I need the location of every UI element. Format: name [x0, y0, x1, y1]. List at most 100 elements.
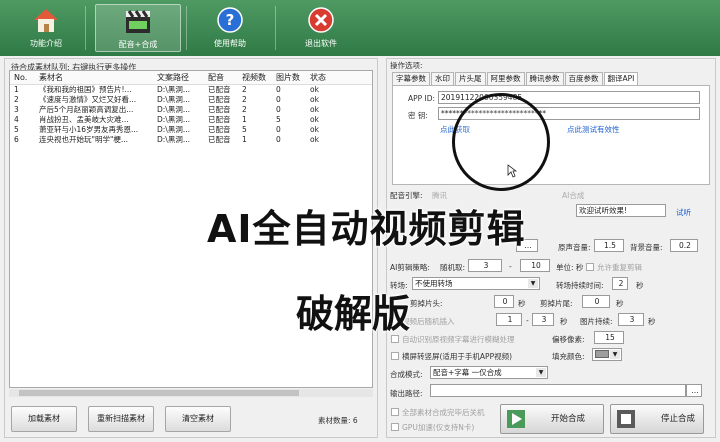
column-header-video-count[interactable]: 视频数 — [242, 71, 276, 84]
cell-image-count: 0 — [276, 95, 281, 104]
video-random-separator: - — [526, 316, 529, 325]
table-row[interactable]: 4 肖战扮丑、孟美岐大灾难... D:\黑洞... 已配音 1 5 ok — [10, 115, 372, 125]
image-duration-field[interactable]: 3 — [618, 313, 644, 326]
main-volume-field[interactable]: 1.5 — [594, 239, 624, 252]
offset-field[interactable]: 15 — [594, 331, 624, 344]
gpu-checkbox[interactable] — [391, 423, 399, 431]
cut-tail-label: 剪掉片尾: — [540, 299, 573, 308]
main-toolbar: 功能介绍 配音+合成 ? 使用帮助 退出软件 — [0, 0, 720, 56]
cell-name: 连央视也开始玩"明学"梗... — [39, 135, 129, 144]
video-random-to-field[interactable]: 3 — [532, 313, 554, 326]
video-random-from-field[interactable]: 1 — [496, 313, 522, 326]
key-label: 密 钥: — [408, 111, 428, 120]
chevron-down-icon: ▼ — [610, 350, 620, 359]
preview-link[interactable]: 试听 — [676, 207, 691, 218]
cell-video-count: 1 — [242, 135, 247, 144]
output-path-field[interactable] — [430, 384, 686, 397]
output-path-label: 输出路径: — [390, 389, 423, 398]
random-from-field[interactable]: 3 — [468, 259, 502, 272]
column-header-no[interactable]: No. — [10, 71, 39, 84]
cell-no: 3 — [14, 105, 19, 114]
cell-script-path: D:\黑洞... — [157, 105, 190, 114]
table-row[interactable]: 5 萧亚轩与小16岁男友再秀恩... D:\黑洞... 已配音 5 0 ok — [10, 125, 372, 135]
cell-status: ok — [310, 85, 319, 94]
table-row[interactable]: 6 连央视也开始玩"明学"梗... D:\黑洞... 已配音 1 0 ok — [10, 135, 372, 145]
column-header-status[interactable]: 状态 — [310, 71, 350, 84]
queue-table-header: No. 素材名 文案路径 配音 视频数 图片数 状态 — [10, 71, 372, 85]
cell-name: 《速度与激情》又烂又好看... — [39, 95, 137, 104]
column-header-script-path[interactable]: 文案路径 — [157, 71, 208, 84]
cell-dub: 已配音 — [208, 125, 231, 134]
random-to-field[interactable]: 10 — [520, 259, 550, 272]
transition-duration-field[interactable]: 2 — [612, 277, 628, 290]
toolbar-help-button[interactable]: ? 使用帮助 — [204, 4, 256, 52]
column-header-image-count[interactable]: 图片数 — [276, 71, 310, 84]
table-row[interactable]: 1 《我和我的祖国》预告片!... D:\黑洞... 已配音 2 0 ok — [10, 85, 372, 95]
preview-text-field[interactable]: 欢迎试听效果! — [576, 204, 666, 217]
transition-value: 不使用转场 — [415, 279, 453, 288]
shutdown-checkbox[interactable] — [391, 408, 399, 416]
landscape-to-portrait-checkbox[interactable] — [391, 352, 399, 360]
fill-color-select[interactable]: ▼ — [592, 348, 622, 361]
cell-video-count: 2 — [242, 95, 247, 104]
bg-volume-field[interactable]: 0.2 — [670, 239, 698, 252]
cell-no: 6 — [14, 135, 19, 144]
rescan-material-button[interactable]: 重新扫描素材 — [88, 406, 154, 432]
toolbar-dub-compose-label: 配音+合成 — [118, 40, 158, 49]
allow-dup-checkbox[interactable] — [586, 263, 594, 271]
tab-ali-params[interactable]: 阿里参数 — [486, 72, 525, 85]
toolbar-intro-button[interactable]: 功能介绍 — [20, 4, 72, 52]
compose-mode-label: 合成模式: — [390, 370, 423, 379]
cut-tail-unit: 秒 — [616, 299, 624, 308]
table-row[interactable]: 3 产后5个月赵丽颖高调复出... D:\黑洞... 已配音 2 0 ok — [10, 105, 372, 115]
table-row[interactable]: 2 《速度与激情》又烂又好看... D:\黑洞... 已配音 2 0 ok — [10, 95, 372, 105]
compose-mode-value: 配音+字幕 一仅合成 — [433, 368, 502, 377]
home-icon — [31, 6, 61, 34]
clear-material-button[interactable]: 清空素材 — [165, 406, 231, 432]
cell-image-count: 5 — [276, 115, 281, 124]
cell-script-path: D:\黑洞... — [157, 95, 190, 104]
cell-dub: 已配音 — [208, 105, 231, 114]
tab-subtitle-params[interactable]: 字幕参数 — [392, 72, 430, 85]
toolbar-exit-button[interactable]: 退出软件 — [295, 4, 347, 52]
tab-tencent-params[interactable]: 腾讯参数 — [525, 72, 564, 85]
cell-dub: 已配音 — [208, 115, 231, 124]
image-duration-label: 图片持续: — [580, 317, 613, 326]
toolbar-separator — [85, 6, 86, 50]
cell-dub: 已配音 — [208, 135, 231, 144]
stop-compose-label: 停止合成 — [661, 414, 696, 424]
test-key-link[interactable]: 点此测试有效性 — [567, 124, 620, 135]
transition-select[interactable]: 不使用转场 ▼ — [412, 277, 540, 290]
toolbar-help-label: 使用帮助 — [214, 39, 246, 48]
browse-output-button[interactable]: … — [686, 384, 702, 397]
column-header-dub[interactable]: 配音 — [208, 71, 242, 84]
overlay-title: AI全自动视频剪辑 — [207, 207, 526, 251]
overlay-subtitle: 破解版 — [296, 292, 411, 336]
start-compose-button[interactable]: 开始合成 — [500, 404, 604, 434]
queue-horizontal-scrollbar[interactable] — [9, 389, 373, 397]
tab-watermark[interactable]: 水印 — [431, 72, 454, 85]
tab-baidu-params[interactable]: 百度参数 — [564, 72, 603, 85]
clapperboard-icon — [123, 7, 153, 35]
cut-head-field[interactable]: 0 — [494, 295, 514, 308]
toolbar-exit-label: 退出软件 — [305, 39, 337, 48]
options-tabs: 字幕参数 水印 片头尾 阿里参数 腾讯参数 百度参数 翻译API — [392, 72, 639, 85]
cell-video-count: 1 — [242, 115, 247, 124]
toolbar-separator — [275, 6, 276, 50]
play-icon — [507, 410, 525, 428]
compose-mode-select[interactable]: 配音+字幕 一仅合成 ▼ — [430, 366, 548, 379]
stop-compose-button[interactable]: 停止合成 — [610, 404, 704, 434]
tab-translate-api[interactable]: 翻译API — [603, 72, 639, 85]
toolbar-dub-compose-button[interactable]: 配音+合成 — [95, 4, 181, 52]
cell-name: 产后5个月赵丽颖高调复出... — [39, 105, 134, 114]
cursor-icon — [507, 164, 517, 178]
voice-engine-ai[interactable]: AI合成 — [562, 190, 584, 201]
cell-status: ok — [310, 105, 319, 114]
cell-video-count: 5 — [242, 125, 247, 134]
column-header-name[interactable]: 素材名 — [39, 71, 157, 84]
cut-tail-field[interactable]: 0 — [582, 295, 610, 308]
tab-intro-outro[interactable]: 片头尾 — [455, 72, 486, 85]
scrollbar-thumb[interactable] — [19, 390, 299, 396]
load-material-button[interactable]: 加载素材 — [11, 406, 77, 432]
options-title: 操作选项: — [390, 61, 423, 70]
